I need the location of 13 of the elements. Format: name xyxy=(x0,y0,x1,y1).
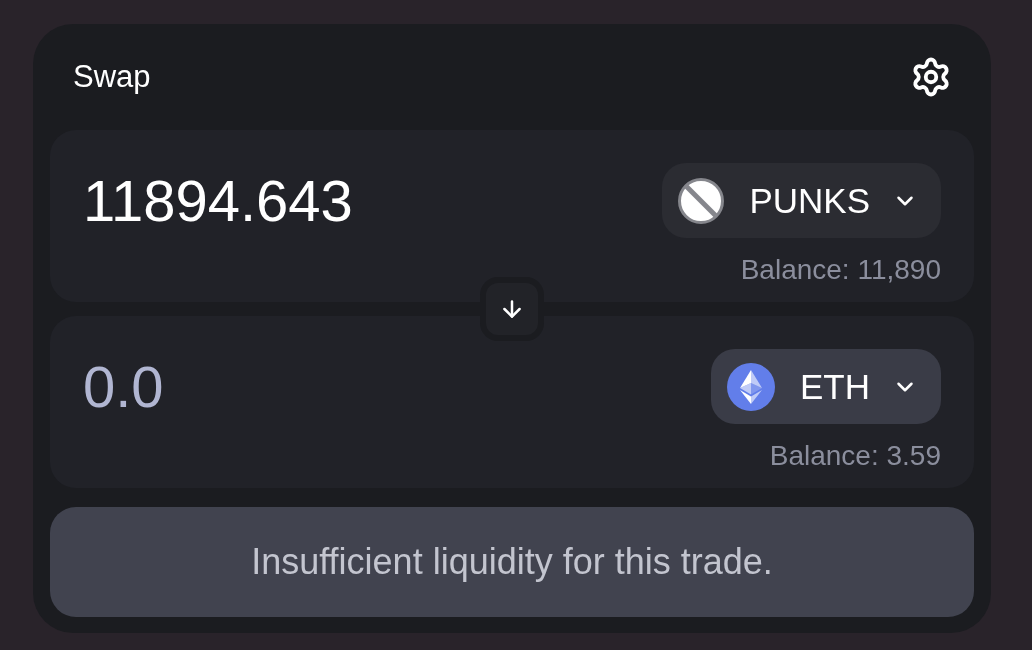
settings-icon[interactable] xyxy=(910,56,952,98)
swap-direction-button[interactable] xyxy=(480,277,544,341)
no-sign-icon xyxy=(678,177,725,224)
token-select-button[interactable]: PUNKS xyxy=(662,163,941,238)
amount-panel[interactable]: 0.0 ETH Balance: 3.59 xyxy=(50,316,974,488)
swap-title: Swap xyxy=(73,58,151,96)
amount-panel[interactable]: 11894.643 PUNKS Balance: 11,890 xyxy=(50,130,974,302)
balance-label: Balance: 3.59 xyxy=(769,440,941,472)
amount-input[interactable]: 11894.643 xyxy=(83,165,639,236)
balance-label: Balance: 11,890 xyxy=(740,254,941,286)
amount-input[interactable]: 0.0 xyxy=(83,351,687,422)
token-select-button[interactable]: ETH xyxy=(711,349,941,424)
ethereum-icon xyxy=(727,362,775,411)
